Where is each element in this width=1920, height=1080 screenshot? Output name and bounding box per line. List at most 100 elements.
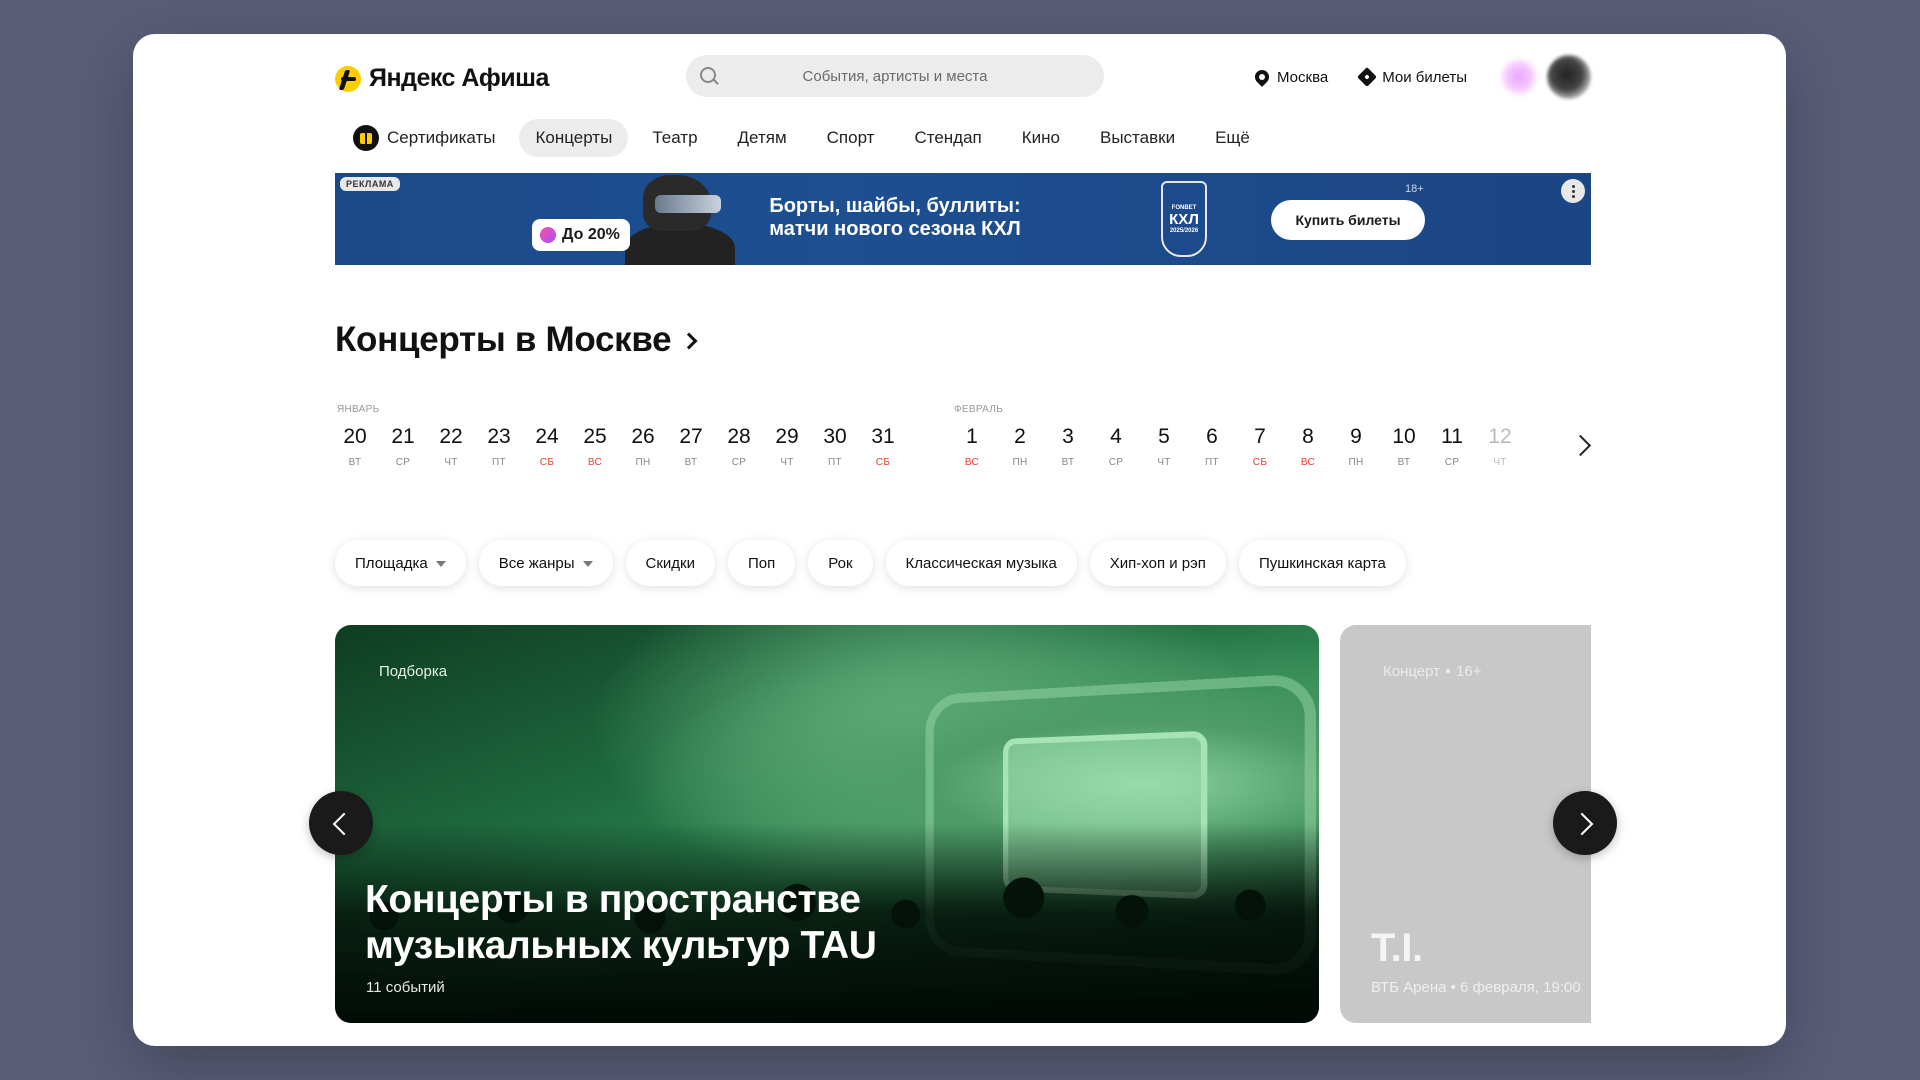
date-item[interactable]: 28 СР <box>719 424 759 468</box>
carousel-next-button[interactable] <box>1553 791 1617 855</box>
page-title: Концерты в Москве <box>335 320 671 360</box>
nav-item-cinema[interactable]: Кино <box>1006 119 1076 157</box>
filter-chip[interactable]: Площадка <box>335 540 466 586</box>
filter-chip[interactable]: Хип-хоп и рэп <box>1090 540 1226 586</box>
filter-chip[interactable]: Скидки <box>626 540 715 586</box>
card-subtitle: 11 событий <box>366 979 445 996</box>
card-category: Концерт <box>1383 663 1440 680</box>
date-item[interactable]: 9 ПН <box>1336 424 1376 468</box>
filter-chip[interactable]: Пушкинская карта <box>1239 540 1406 586</box>
date-item[interactable]: 8 ВС <box>1288 424 1328 468</box>
section-title-link[interactable]: Концерты в Москве <box>335 320 695 360</box>
date-day: 5 <box>1144 424 1184 450</box>
date-item[interactable]: 2 ПН <box>1000 424 1040 468</box>
date-weekday: ВТ <box>1384 457 1424 468</box>
age-rating: 18+ <box>1405 183 1424 195</box>
date-item[interactable]: 23 ПТ <box>479 424 519 468</box>
date-item[interactable]: 5 ЧТ <box>1144 424 1184 468</box>
date-item[interactable]: 30 ПТ <box>815 424 855 468</box>
my-tickets-label: Мои билеты <box>1382 69 1467 86</box>
filter-chip-label: Поп <box>748 555 775 572</box>
date-item[interactable]: 24 СБ <box>527 424 567 468</box>
month-label: ЯНВАРЬ <box>337 404 379 415</box>
dropdown-caret-icon <box>436 561 446 567</box>
location-pin-icon <box>1252 67 1272 87</box>
user-avatar[interactable] <box>1547 55 1591 99</box>
date-day: 30 <box>815 424 855 450</box>
date-weekday: ЧТ <box>431 457 471 468</box>
nav-item-standup[interactable]: Стендап <box>898 119 997 157</box>
page-content: Яндекс Афиша Москва Мои билеты <box>335 34 1591 1046</box>
hockey-player-image <box>625 173 735 265</box>
search-bar[interactable] <box>686 55 1104 97</box>
browser-window: Яндекс Афиша Москва Мои билеты <box>133 34 1786 1046</box>
nav-item-theatre[interactable]: Театр <box>636 119 713 157</box>
date-item[interactable]: 1 ВС <box>952 424 992 468</box>
date-weekday: ПТ <box>479 457 519 468</box>
date-day: 29 <box>767 424 807 450</box>
carousel-prev-button[interactable] <box>309 791 373 855</box>
card-age: 16+ <box>1456 663 1481 680</box>
date-weekday: СР <box>1432 457 1472 468</box>
city-selector[interactable]: Москва <box>1255 69 1328 86</box>
nav-item-certificates[interactable]: Сертификаты <box>337 119 511 157</box>
filter-chip[interactable]: Рок <box>808 540 872 586</box>
buy-tickets-button[interactable]: Купить билеты <box>1271 200 1425 240</box>
plus-badge-icon[interactable] <box>1499 57 1539 97</box>
ad-banner[interactable]: РЕКЛАМА До 20% Борты, шайбы, буллиты: ма… <box>335 173 1591 265</box>
filter-chip[interactable]: Все жанры <box>479 540 613 586</box>
date-weekday: ВТ <box>671 457 711 468</box>
date-item[interactable]: 27 ВТ <box>671 424 711 468</box>
chevron-right-icon <box>681 333 698 350</box>
date-day: 7 <box>1240 424 1280 450</box>
calendar-next-button[interactable] <box>1571 430 1593 460</box>
nav-item-more[interactable]: Ещё <box>1199 119 1266 157</box>
date-item[interactable]: 20 ВТ <box>335 424 375 468</box>
search-input[interactable] <box>686 55 1104 97</box>
nav-item-kids[interactable]: Детям <box>722 119 803 157</box>
discount-badge: До 20% <box>532 219 630 251</box>
date-day: 10 <box>1384 424 1424 450</box>
khl-logo: FONBET КХЛ 2025/2026 <box>1161 181 1207 257</box>
logo[interactable]: Яндекс Афиша <box>335 64 549 93</box>
date-weekday: СБ <box>1240 457 1280 468</box>
nav-item-exhibitions[interactable]: Выставки <box>1084 119 1191 157</box>
filter-chip[interactable]: Классическая музыка <box>886 540 1077 586</box>
date-weekday: СР <box>383 457 423 468</box>
nav-item-label: Стендап <box>914 128 981 148</box>
date-item[interactable]: 22 ЧТ <box>431 424 471 468</box>
date-day: 9 <box>1336 424 1376 450</box>
nav-item-concerts[interactable]: Концерты <box>519 119 628 157</box>
ad-menu-icon[interactable] <box>1561 179 1585 203</box>
nav-item-label: Выставки <box>1100 128 1175 148</box>
date-item[interactable]: 4 СР <box>1096 424 1136 468</box>
event-card-featured[interactable]: Подборка Концерты в пространстве музыкал… <box>335 625 1319 1023</box>
date-item[interactable]: 7 СБ <box>1240 424 1280 468</box>
my-tickets-link[interactable]: Мои билеты <box>1360 69 1467 86</box>
date-day: 1 <box>952 424 992 450</box>
date-item[interactable]: 21 СР <box>383 424 423 468</box>
date-weekday: ВТ <box>1048 457 1088 468</box>
date-item[interactable]: 26 ПН <box>623 424 663 468</box>
date-weekday: ЧТ <box>1144 457 1184 468</box>
date-item[interactable]: 12 ЧТ <box>1480 424 1520 468</box>
discount-label: До 20% <box>562 226 620 244</box>
filter-chip-label: Хип-хоп и рэп <box>1110 555 1206 572</box>
date-item[interactable]: 25 ВС <box>575 424 615 468</box>
date-weekday: ВС <box>575 457 615 468</box>
date-day: 24 <box>527 424 567 450</box>
date-item[interactable]: 29 ЧТ <box>767 424 807 468</box>
nav-item-sport[interactable]: Спорт <box>811 119 891 157</box>
date-day: 26 <box>623 424 663 450</box>
date-day: 25 <box>575 424 615 450</box>
filter-chip[interactable]: Поп <box>728 540 795 586</box>
date-item[interactable]: 31 СБ <box>863 424 903 468</box>
date-item[interactable]: 10 ВТ <box>1384 424 1424 468</box>
filter-chip-label: Пушкинская карта <box>1259 555 1386 572</box>
nav-item-label: Ещё <box>1215 128 1250 148</box>
date-item[interactable]: 6 ПТ <box>1192 424 1232 468</box>
card-title: Концерты в пространстве музыкальных куль… <box>365 877 1065 969</box>
date-item[interactable]: 11 СР <box>1432 424 1472 468</box>
date-weekday: ВТ <box>335 457 375 468</box>
date-item[interactable]: 3 ВТ <box>1048 424 1088 468</box>
